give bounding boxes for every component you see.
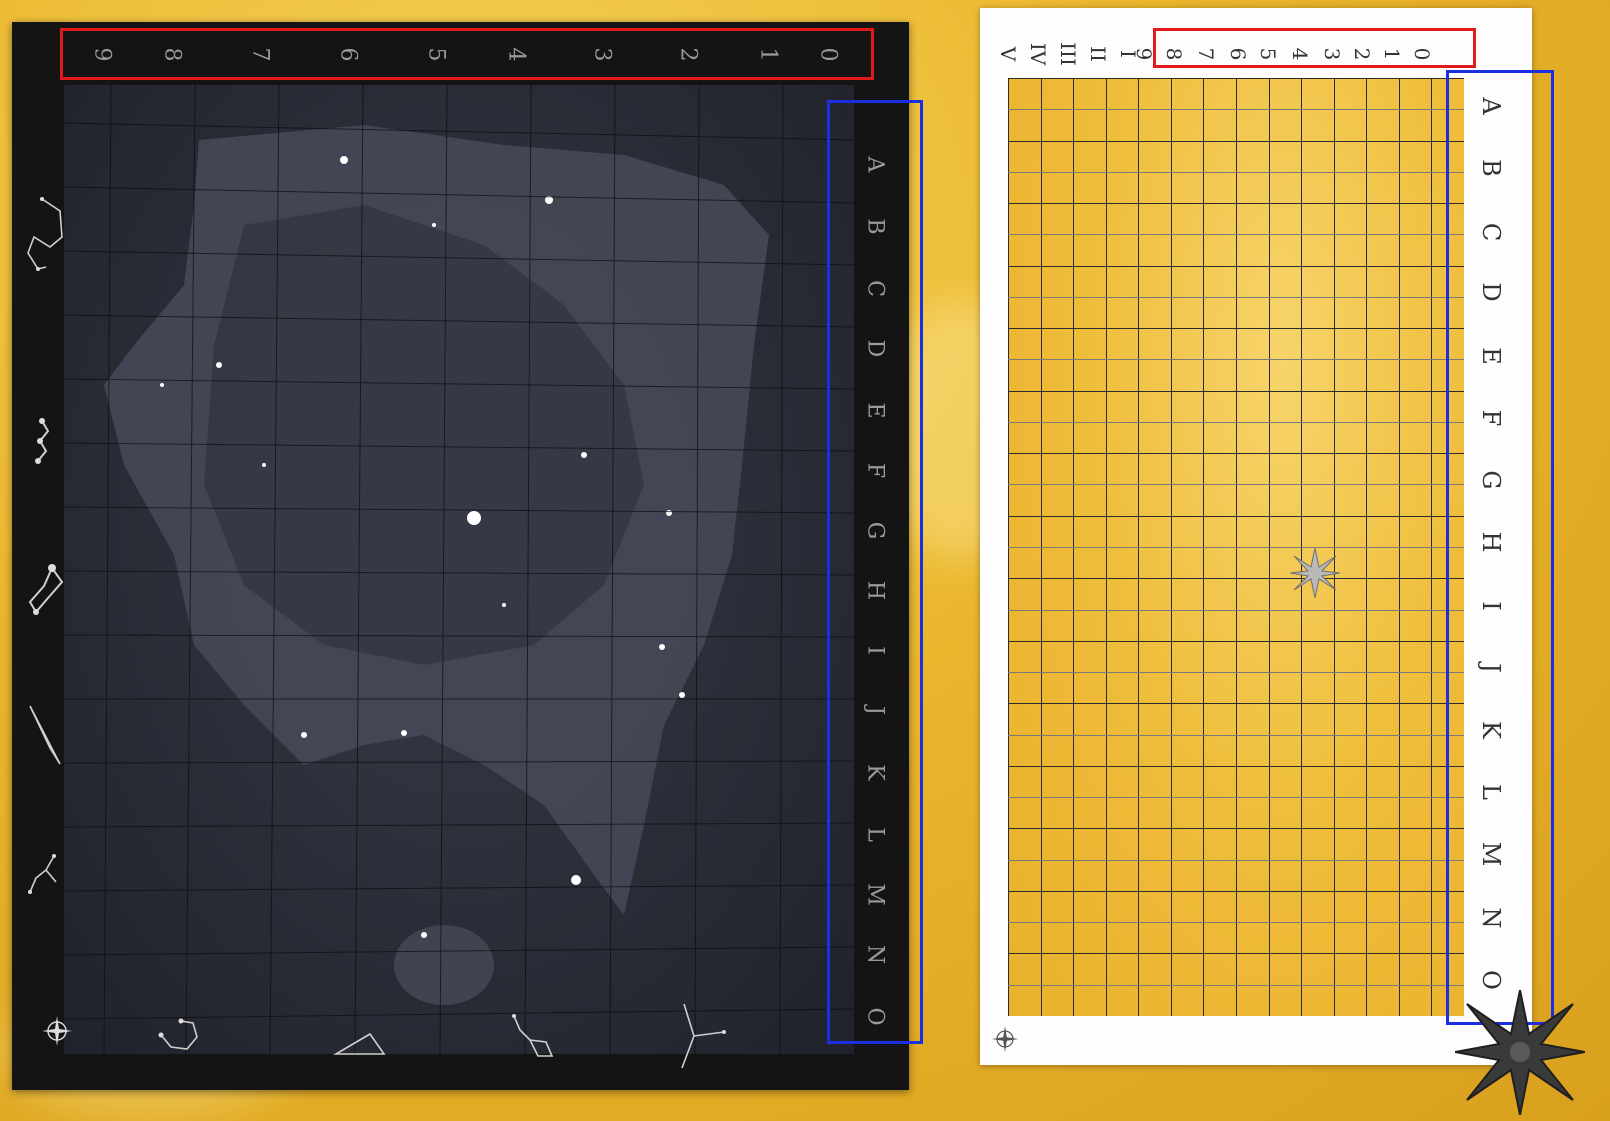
grid-row-numeral: III <box>1056 42 1080 66</box>
night-satellite-map[interactable] <box>64 85 854 1054</box>
compass-rose-icon[interactable] <box>40 1014 74 1048</box>
highlight-grid-column-numbers <box>1153 28 1476 68</box>
constellation-wedge-icon[interactable] <box>24 702 64 772</box>
constellation-dipper-icon[interactable] <box>510 1012 560 1062</box>
constellation-branch-icon[interactable] <box>26 852 62 902</box>
constellation-fork-icon[interactable] <box>680 1002 740 1072</box>
constellation-hook-icon[interactable] <box>20 197 70 277</box>
constellation-triangle-icon[interactable] <box>332 1030 392 1060</box>
night-map-panel: 9 8 7 6 5 4 3 2 1 0 A B C D E F G H I J … <box>12 22 909 1090</box>
grid-row-numeral: IV <box>1026 42 1050 66</box>
constellation-cluster-icon[interactable] <box>22 562 72 622</box>
constellation-chain-icon[interactable] <box>30 417 60 467</box>
grid-lines <box>1008 78 1464 1016</box>
highlight-grid-row-letters <box>1446 70 1554 1025</box>
highlight-column-numbers <box>60 28 874 80</box>
large-star-badge-icon[interactable] <box>1455 990 1585 1115</box>
island-shape <box>394 925 494 1005</box>
highlight-row-letters <box>827 100 923 1044</box>
compass-rose-icon[interactable] <box>990 1024 1020 1054</box>
grid-row-numeral: V <box>996 46 1020 62</box>
grid-row-numeral: II <box>1086 46 1110 62</box>
parchment-grid[interactable] <box>1008 78 1464 1016</box>
night-map-graphic <box>64 85 854 1054</box>
constellation-arc-icon[interactable] <box>157 1017 217 1057</box>
